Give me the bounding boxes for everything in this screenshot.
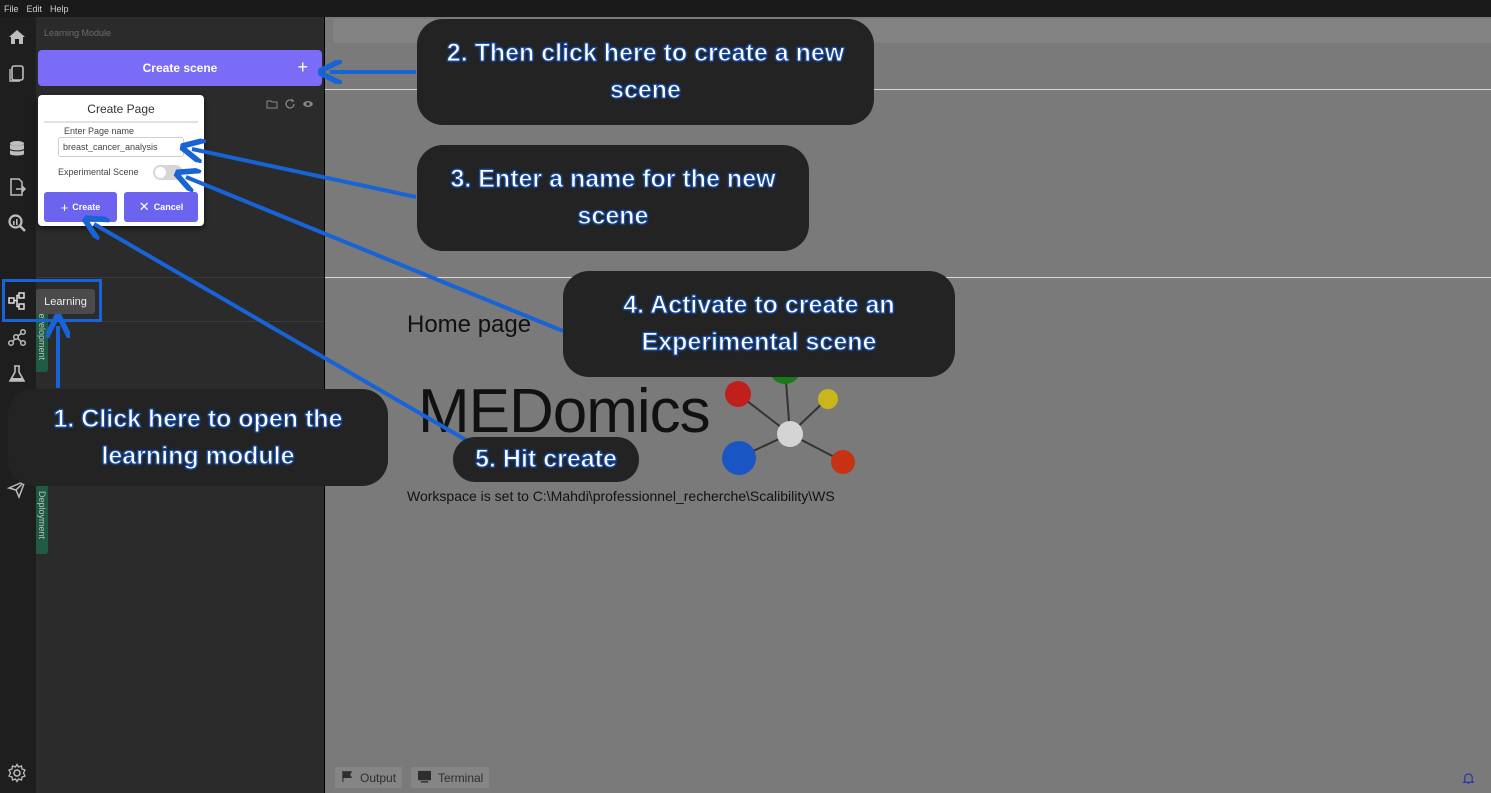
terminal-label: Terminal — [438, 770, 484, 785]
deployment-tab[interactable]: Deployment — [36, 476, 48, 554]
panel-toolbar — [266, 97, 314, 109]
create-scene-button[interactable]: Create scene + — [38, 50, 322, 86]
new-folder-icon[interactable] — [266, 97, 278, 109]
create-page-dialog: Create Page Enter Page name Experimental… — [38, 95, 204, 226]
terminal-icon — [417, 770, 432, 786]
create-label: Create — [72, 202, 101, 212]
menu-file[interactable]: File — [4, 4, 19, 14]
network-icon[interactable] — [6, 327, 28, 349]
plus-icon: + — [60, 199, 69, 215]
learning-tooltip: Learning — [36, 289, 95, 314]
plus-icon: + — [297, 57, 308, 77]
step-2-callout: 2. Then click here to create a new scene — [417, 19, 874, 125]
page-name-input[interactable] — [58, 137, 184, 157]
create-button[interactable]: + Create — [44, 192, 117, 222]
panel-divider — [36, 277, 324, 278]
step-4-callout: 4. Activate to create an Experimental sc… — [563, 271, 955, 377]
step-3-callout: 3. Enter a name for the new scene — [417, 145, 809, 251]
panel-title: Learning Module — [44, 28, 112, 38]
close-icon: ✕ — [138, 199, 150, 214]
experimental-scene-label: Experimental Scene — [58, 167, 139, 177]
experimental-scene-toggle[interactable] — [153, 165, 183, 180]
step-5-callout: 5. Hit create — [453, 437, 639, 482]
database-icon[interactable] — [6, 138, 28, 160]
refresh-icon[interactable] — [284, 97, 296, 109]
create-scene-label: Create scene — [142, 61, 218, 75]
output-tab[interactable]: Output — [335, 767, 403, 788]
workspace-path: Workspace is set to C:\Mahdi\professionn… — [407, 488, 835, 504]
settings-icon[interactable] — [6, 762, 28, 784]
pages-icon[interactable] — [6, 62, 28, 84]
page-title: Home page — [407, 311, 532, 338]
bottom-bar — [325, 765, 1491, 793]
dialog-divider — [44, 121, 198, 123]
terminal-tab[interactable]: Terminal — [411, 767, 490, 788]
dialog-title: Create Page — [87, 102, 155, 116]
flag-icon — [341, 770, 354, 786]
menu-edit[interactable]: Edit — [27, 4, 43, 14]
menubar: File Edit Help — [0, 0, 1491, 17]
page-name-label: Enter Page name — [64, 126, 135, 136]
notification-bell-icon[interactable] — [1462, 772, 1475, 790]
output-label: Output — [360, 770, 397, 785]
home-icon[interactable] — [6, 26, 28, 48]
step-1-callout: 1. Click here to open the learning modul… — [8, 389, 388, 486]
flask-icon[interactable] — [6, 363, 28, 385]
file-export-icon[interactable] — [6, 176, 28, 198]
cancel-button[interactable]: ✕ Cancel — [124, 192, 198, 222]
eye-icon[interactable] — [302, 97, 314, 109]
menu-help[interactable]: Help — [50, 4, 69, 14]
analysis-icon[interactable] — [6, 212, 28, 234]
toggle-knob — [155, 167, 166, 178]
app-window: File Edit Help Learning Module Create sc… — [0, 0, 1491, 793]
cancel-label: Cancel — [153, 202, 184, 212]
